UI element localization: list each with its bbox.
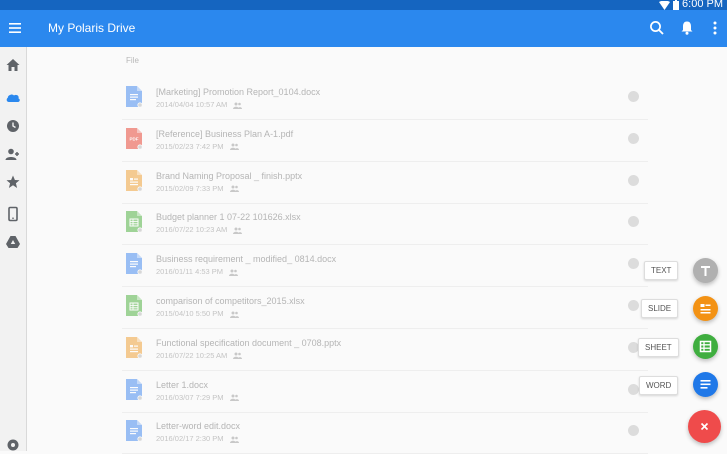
file-meta: 2015/04/10 5:50 PM (156, 309, 239, 318)
file-row[interactable]: Letter-word edit.docx 2016/02/17 2:30 PM (122, 412, 648, 454)
home-icon[interactable] (4, 56, 22, 74)
word-icon (700, 380, 711, 389)
file-info-icon[interactable] (628, 132, 639, 144)
file-date: 2016/07/22 10:23 AM (156, 225, 228, 235)
menu-icon[interactable] (6, 19, 24, 37)
sheet-icon (699, 340, 712, 353)
battery-icon (673, 0, 679, 10)
close-icon (700, 422, 709, 431)
starred-icon[interactable] (4, 173, 22, 191)
shared-people-icon (229, 394, 239, 402)
file-info-icon[interactable] (628, 216, 639, 228)
file-name: Functional specification document _ 0708… (156, 337, 342, 348)
app-bar: My Polaris Drive (0, 10, 727, 47)
wifi-icon (659, 0, 670, 10)
new-word-button[interactable] (693, 372, 718, 397)
shared-people-icon (233, 227, 243, 234)
file-row[interactable]: comparison of competitors_2015.xlsx 2015/… (122, 287, 648, 329)
slide-label[interactable]: SLIDE (641, 299, 679, 318)
file-date: 2015/02/09 7:33 PM (156, 183, 224, 193)
file-name: Letter-word edit.docx (156, 421, 241, 432)
file-meta: 2016/03/07 7:29 PM (156, 393, 239, 402)
close-fab-button[interactable] (688, 410, 721, 443)
sidebar (0, 47, 27, 451)
file-date: 2016/03/07 7:29 PM (156, 392, 224, 402)
file-date: 2016/07/22 10:25 AM (156, 350, 228, 360)
file-info-icon[interactable] (628, 174, 639, 186)
shared-people-icon (229, 143, 239, 151)
file-name: Brand Naming Proposal _ finish.pptx (156, 170, 303, 181)
word-label[interactable]: WORD (639, 376, 679, 395)
page-title: My Polaris Drive (48, 21, 136, 35)
more-options-icon[interactable] (705, 18, 725, 38)
file-info-icon[interactable] (628, 383, 639, 395)
file-row[interactable]: Budget planner 1 07-22 101626.xlsx 2016/0… (122, 203, 648, 246)
shared-people-icon (229, 311, 239, 318)
status-bar: 6:00 PM (0, 0, 727, 10)
slide-icon (700, 304, 711, 314)
text-label[interactable]: TEXT (644, 261, 679, 280)
shared-people-icon (229, 269, 238, 276)
pdf-doc-icon: PDF (126, 127, 142, 149)
file-name: [Marketing] Promotion Report_0104.docx (156, 87, 321, 97)
file-row[interactable]: Business requirement _ modified_ 0814.do… (122, 245, 648, 288)
status-time: 6:00 PM (682, 0, 723, 10)
new-text-button[interactable] (693, 258, 718, 283)
settings-icon[interactable] (4, 436, 22, 454)
sheet-doc-icon (126, 295, 142, 316)
file-date: 2016/02/17 2:30 PM (156, 434, 224, 444)
file-info-icon[interactable] (628, 91, 639, 102)
file-meta: 2016/07/22 10:25 AM (156, 350, 243, 360)
file-row[interactable]: PDF [Reference] Business Plan A-1.pdf 2015… (122, 120, 648, 162)
file-name: Budget planner 1 07-22 101626.xlsx (156, 212, 301, 223)
file-meta: 2016/07/22 10:23 AM (156, 225, 243, 235)
file-meta: 2014/04/04 10:57 AM (156, 100, 243, 109)
file-date: 2014/04/04 10:57 AM (156, 100, 228, 109)
shared-icon[interactable] (4, 145, 22, 163)
google-drive-icon[interactable] (4, 233, 22, 251)
new-slide-button[interactable] (693, 296, 718, 321)
column-header-file: File (126, 56, 139, 65)
file-date: 2016/01/11 4:53 PM (156, 267, 223, 277)
search-icon[interactable] (647, 18, 667, 38)
file-date: 2015/04/10 5:50 PM (156, 309, 224, 318)
file-name: Letter 1.docx (156, 379, 209, 390)
slide-doc-icon (126, 169, 142, 191)
word-doc-icon (126, 86, 142, 107)
file-list-panel: File [Marketing] Promotion Report_0104.d… (27, 47, 727, 454)
file-name: [Reference] Business Plan A-1.pdf (156, 128, 294, 139)
file-meta: 2016/01/11 4:53 PM (156, 267, 238, 276)
shared-people-icon (229, 185, 239, 193)
slide-doc-icon (126, 336, 142, 358)
new-sheet-button[interactable] (693, 334, 718, 359)
file-date: 2015/02/23 7:42 PM (156, 141, 224, 151)
polaris-drive-icon[interactable] (4, 89, 22, 107)
bell-icon[interactable] (677, 18, 697, 38)
sheet-doc-icon (126, 211, 142, 233)
file-meta: 2016/02/17 2:30 PM (156, 434, 239, 443)
word-doc-icon (126, 420, 142, 442)
recent-icon[interactable] (4, 117, 22, 135)
text-icon (701, 266, 710, 276)
file-row[interactable]: [Marketing] Promotion Report_0104.docx 20… (122, 78, 648, 120)
word-doc-icon (126, 378, 142, 400)
file-meta: 2015/02/09 7:33 PM (156, 184, 239, 193)
file-info-icon[interactable] (628, 425, 639, 437)
file-name: Business requirement _ modified_ 0814.do… (156, 254, 337, 265)
device-icon[interactable] (4, 205, 22, 223)
file-row[interactable]: Functional specification document _ 0708… (122, 329, 648, 371)
shared-people-icon (233, 102, 243, 109)
sheet-label[interactable]: SHEET (638, 338, 679, 357)
file-info-icon[interactable] (628, 300, 639, 311)
file-name: comparison of competitors_2015.xlsx (156, 296, 305, 306)
shared-people-icon (229, 436, 239, 443)
svg-text:PDF: PDF (130, 136, 139, 141)
file-meta: 2015/02/23 7:42 PM (156, 142, 239, 151)
word-doc-icon (126, 253, 142, 275)
file-info-icon[interactable] (628, 258, 639, 270)
file-row[interactable]: Brand Naming Proposal _ finish.pptx 2015/… (122, 162, 648, 204)
shared-people-icon (233, 352, 243, 360)
file-row[interactable]: Letter 1.docx 2016/03/07 7:29 PM (122, 371, 648, 413)
